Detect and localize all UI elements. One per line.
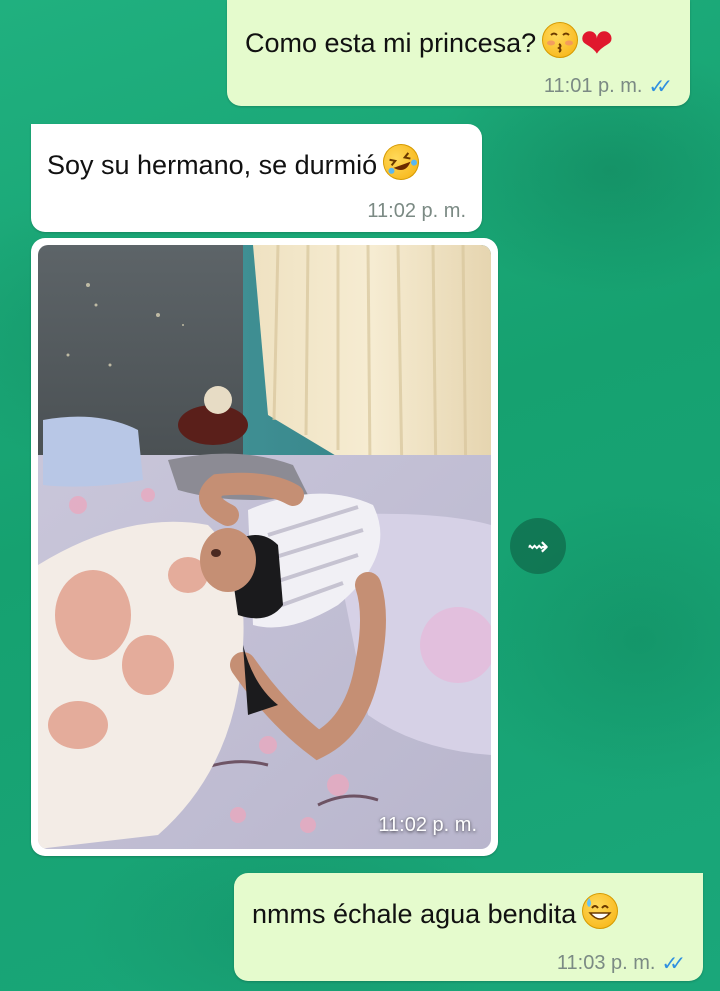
- sleeping-girl-photo[interactable]: 11:02 p. m.: [38, 245, 491, 849]
- red-heart-icon: ❤: [580, 21, 614, 66]
- forward-icon: ⇝: [527, 530, 549, 561]
- message-incoming[interactable]: Soy su hermano, se durmió 11:02 p. m.: [31, 124, 482, 232]
- grinning-sweat-emoji-icon: [582, 893, 619, 936]
- message-time: 11:02 p. m.: [367, 200, 466, 222]
- message-outgoing[interactable]: nmms échale agua bendita 11:03 p. m. ✓✓: [234, 873, 703, 981]
- rolling-laughing-emoji-icon: [378, 138, 425, 187]
- read-receipt-icon: ✓✓: [661, 953, 685, 975]
- kissing-face-emoji-icon: [542, 22, 579, 65]
- forward-button[interactable]: ⇝: [510, 518, 566, 574]
- message-text: Soy su hermano, se durmió: [47, 150, 378, 180]
- message-text: nmms échale agua bendita: [252, 899, 577, 929]
- message-text: Como esta mi princesa?: [245, 28, 537, 58]
- read-receipt-icon: ✓✓: [648, 76, 672, 98]
- image-message[interactable]: 11:02 p. m.: [31, 238, 498, 856]
- message-outgoing[interactable]: Como esta mi princesa? ❤ 11:01 p. m. ✓✓: [227, 0, 690, 106]
- message-time: 11:01 p. m.: [543, 75, 643, 97]
- message-time: 11:03 p. m.: [556, 952, 656, 974]
- image-time: 11:02 p. m.: [378, 814, 477, 836]
